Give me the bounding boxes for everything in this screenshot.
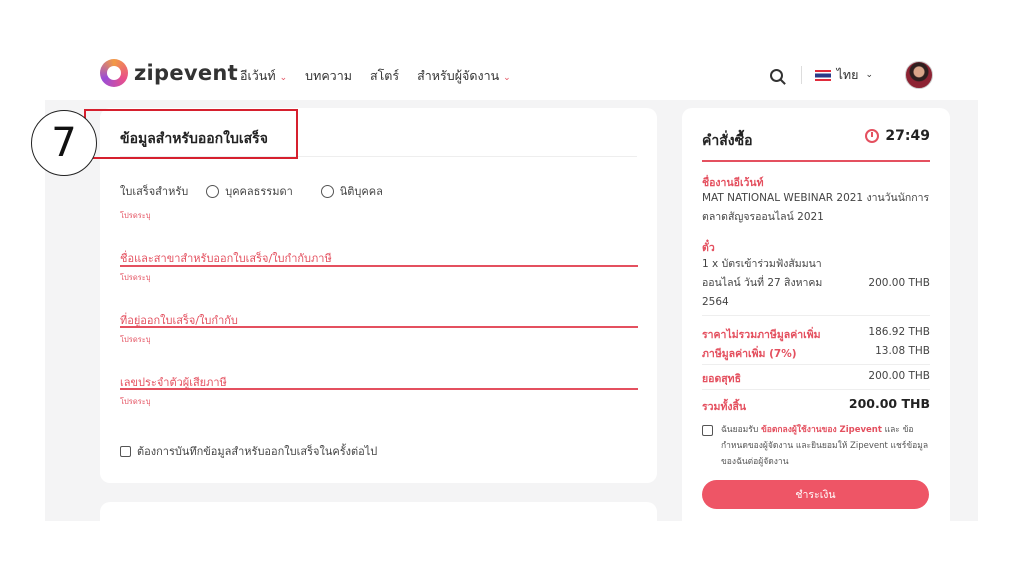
terms-checkbox[interactable]: [702, 425, 713, 436]
terms-text: ฉันยอมรับ ข้อตกลงผู้ใช้งานของ Zipevent แ…: [721, 422, 930, 470]
net-value: 200.00 THB: [868, 370, 930, 382]
nav-item-events[interactable]: อีเว้นท์ ⌄: [240, 66, 287, 86]
pre-vat-value: 186.92 THB: [868, 326, 930, 338]
order-summary-card: คำสั่งซื้อ 27:49 ชื่องานอีเว้นท์ MAT NAT…: [682, 108, 950, 521]
order-title: คำสั่งซื้อ: [702, 133, 753, 149]
avatar[interactable]: [905, 61, 933, 89]
nav-item-articles[interactable]: บทความ: [305, 66, 352, 86]
nav-label: สำหรับผู้จัดงาน: [417, 68, 500, 83]
required-note: โปรดระบุ: [120, 273, 151, 282]
radio-company-label[interactable]: นิติบุคคล: [340, 182, 383, 200]
save-invoice-checkbox[interactable]: [120, 445, 131, 457]
total-label: รวมทั้งสิ้น: [702, 401, 747, 413]
divider: [702, 364, 930, 365]
required-note: โปรดระบุ: [120, 397, 151, 406]
required-note: โปรดระบุ: [120, 335, 151, 344]
invoice-form-card: ข้อมูลสำหรับออกใบเสร็จ ใบเสร็จสำหรับ บุค…: [100, 108, 657, 483]
alarm-clock-icon: [865, 129, 880, 143]
highlight-annotation: [84, 109, 298, 159]
nav-label: อีเว้นท์: [240, 68, 276, 83]
divider: [800, 66, 802, 84]
main-nav: อีเว้นท์ ⌄ บทความ สโตร์ สำหรับผู้จัดงาน ⌄: [240, 66, 511, 86]
countdown-timer: 27:49: [865, 128, 930, 144]
ticket-label: ตั๋ว: [702, 242, 715, 254]
search-icon[interactable]: [769, 68, 783, 82]
pre-vat-label: ราคาไม่รวมภาษีมูลค่าเพิ่ม: [702, 329, 821, 341]
ticket-line-2: ออนไลน์ วันที่ 27 สิงหาคม: [702, 277, 823, 289]
top-navbar: zipevent อีเว้นท์ ⌄ บทความ สโตร์ สำหรับผู…: [45, 45, 978, 100]
save-invoice-checkbox-row[interactable]: ต้องการบันทึกข้อมูลสำหรับออกใบเสร็จในครั…: [120, 442, 377, 460]
ticket-price: 200.00 THB: [868, 277, 930, 289]
ticket-line-3: 2564: [702, 296, 729, 308]
step-number-badge: 7: [31, 110, 97, 176]
invoice-type-radio-group: ใบเสร็จสำหรับ บุคคลธรรมดา นิติบุคคล: [120, 182, 383, 200]
chevron-down-icon[interactable]: ⌄: [865, 70, 873, 80]
input-underline[interactable]: [120, 265, 638, 267]
logo-icon: [100, 59, 128, 87]
vat-value: 13.08 THB: [875, 345, 930, 357]
divider: [702, 389, 930, 390]
input-underline[interactable]: [120, 326, 638, 328]
divider: [702, 315, 930, 316]
header-actions: ไทย ⌄: [769, 61, 933, 89]
event-name-line-2: ตลาดสัญจรออนไลน์ 2021: [702, 211, 824, 223]
total-value: 200.00 THB: [848, 396, 930, 411]
net-label: ยอดสุทธิ: [702, 373, 742, 385]
divider: [702, 160, 930, 162]
vat-label: ภาษีมูลค่าเพิ่ม (7%): [702, 348, 797, 360]
ticket-line-1: 1 x บัตรเข้าร่วมฟังสัมมนา: [702, 258, 822, 270]
terms-link[interactable]: ข้อตกลงผู้ใช้งานของ Zipevent: [761, 425, 882, 435]
nav-item-store[interactable]: สโตร์: [370, 66, 399, 86]
save-invoice-checkbox-label[interactable]: ต้องการบันทึกข้อมูลสำหรับออกใบเสร็จในครั…: [137, 442, 377, 460]
radio-company[interactable]: [320, 184, 334, 198]
terms-prefix: ฉันยอมรับ: [721, 425, 759, 435]
invoice-for-label: ใบเสร็จสำหรับ: [120, 185, 189, 198]
timer-value: 27:49: [885, 128, 930, 144]
terms-consent-row: ฉันยอมรับ ข้อตกลงผู้ใช้งานของ Zipevent แ…: [702, 422, 930, 470]
language-selector[interactable]: ไทย: [837, 65, 859, 85]
page: zipevent อีเว้นท์ ⌄ บทความ สโตร์ สำหรับผู…: [0, 0, 1024, 576]
required-note: โปรดระบุ: [120, 211, 151, 220]
chevron-down-icon: ⌄: [503, 73, 511, 83]
next-section-card: [100, 502, 657, 521]
event-name-line-1: MAT NATIONAL WEBINAR 2021 งานวันนักการ: [702, 192, 930, 204]
input-underline[interactable]: [120, 388, 638, 390]
chevron-down-icon: ⌄: [279, 73, 288, 83]
pay-button[interactable]: ชำระเงิน: [702, 480, 929, 509]
nav-item-organizers[interactable]: สำหรับผู้จัดงาน ⌄: [417, 66, 511, 86]
thai-flag-icon[interactable]: [814, 69, 831, 81]
radio-individual-label[interactable]: บุคคลธรรมดา: [225, 182, 293, 200]
logo-text: zipevent: [134, 61, 239, 85]
radio-individual[interactable]: [206, 184, 220, 198]
logo[interactable]: zipevent: [100, 59, 238, 87]
